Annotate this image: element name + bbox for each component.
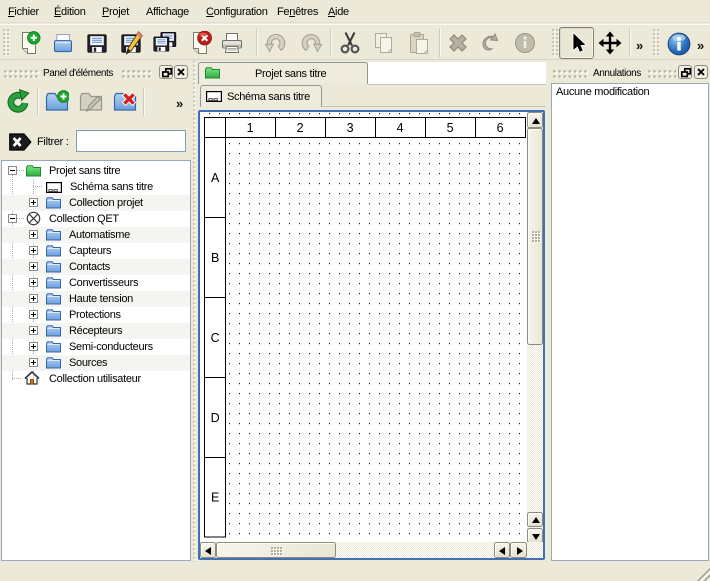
svg-text:5: 5 — [447, 121, 454, 135]
svg-text:6: 6 — [497, 121, 504, 135]
svg-text:B: B — [211, 251, 219, 265]
svg-text:C: C — [211, 331, 220, 345]
svg-text:3: 3 — [347, 121, 354, 135]
svg-text:D: D — [211, 411, 220, 425]
svg-text:4: 4 — [397, 121, 404, 135]
svg-text:E: E — [211, 491, 219, 505]
svg-text:1: 1 — [247, 121, 254, 135]
svg-text:2: 2 — [297, 121, 304, 135]
svg-text:A: A — [211, 171, 220, 185]
